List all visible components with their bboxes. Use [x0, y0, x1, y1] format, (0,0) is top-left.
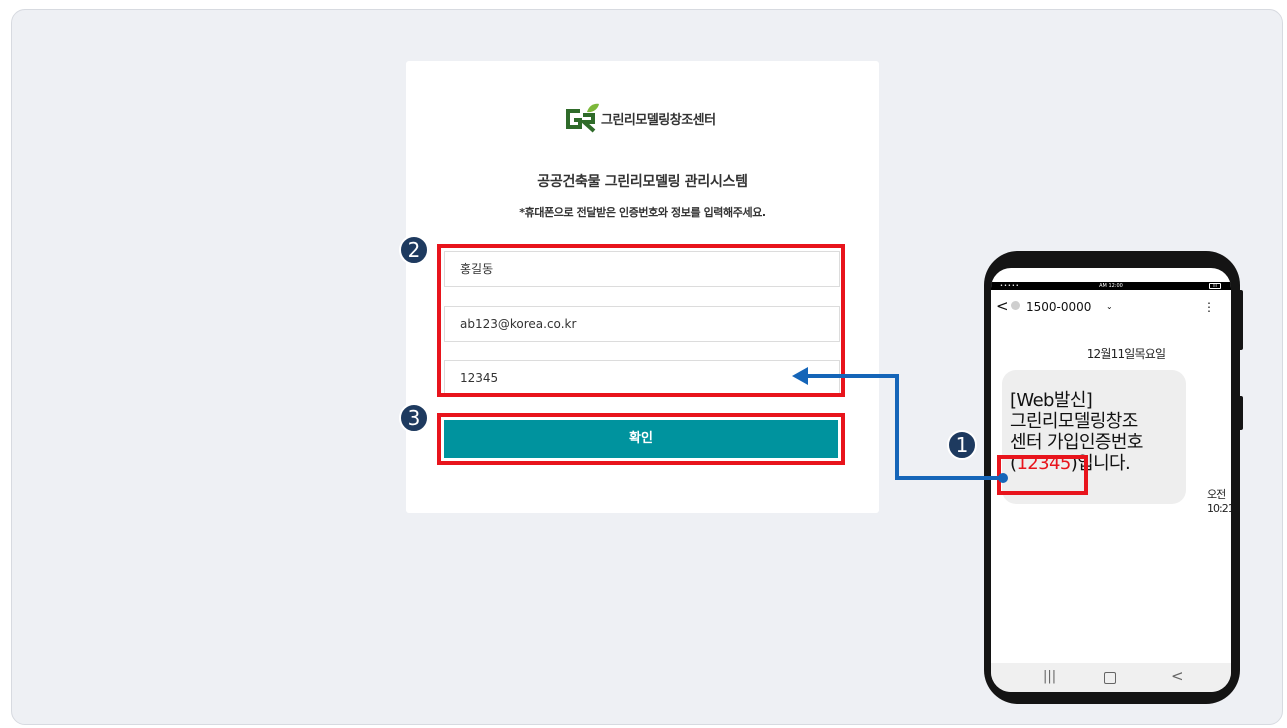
arrow-connector — [792, 367, 1008, 483]
arrow-line — [806, 374, 1003, 480]
step-badge-1: 1 — [947, 430, 977, 460]
step-badge-3: 3 — [399, 403, 429, 433]
step-badge-2: 2 — [399, 235, 429, 265]
arrow-head-icon — [792, 367, 808, 385]
